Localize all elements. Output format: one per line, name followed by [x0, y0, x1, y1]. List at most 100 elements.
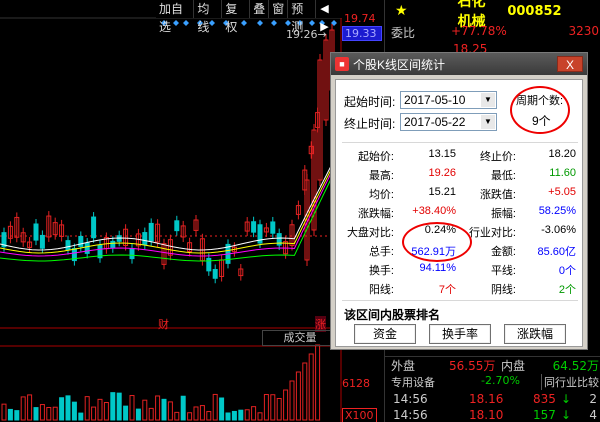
volume-bar	[167, 401, 173, 421]
volume-bar	[315, 344, 321, 421]
axis-current-price: 19.33	[342, 26, 382, 41]
chevron-down-icon[interactable]: ▼	[481, 93, 495, 107]
end-date-picker[interactable]: 2017-05-22 ▼	[400, 113, 497, 131]
volume-bar	[206, 411, 212, 421]
start-date-value: 2017-05-10	[404, 93, 466, 107]
volume-bar	[180, 395, 186, 421]
close-button[interactable]: X	[557, 56, 583, 72]
stat-value: 85.60亿	[537, 246, 576, 258]
stat-label: 换手:	[368, 265, 394, 277]
marker-diamond-icon	[271, 20, 277, 26]
adjust-price-button[interactable]: 复权	[222, 0, 251, 34]
moving-average-button[interactable]: 均线	[194, 0, 223, 34]
start-time-label: 起始时间:	[344, 95, 396, 109]
volume-bar	[39, 404, 45, 421]
volume-bar	[1, 403, 7, 421]
forecast-button[interactable]: 预测	[288, 0, 317, 34]
volume-bar	[59, 397, 65, 421]
volume-bar	[46, 407, 52, 421]
add-watchlist-button[interactable]: 加自选	[156, 0, 195, 34]
tick-time: 14:56	[393, 392, 428, 406]
volume-bar	[110, 392, 116, 421]
volume-bar	[33, 407, 39, 421]
tick-price: 18.10	[469, 408, 504, 422]
kline-svg[interactable]	[0, 0, 342, 422]
volume-bar	[91, 406, 97, 421]
volume-bar	[276, 398, 282, 421]
volume-bar	[14, 410, 20, 421]
volume-bar	[270, 394, 276, 421]
stat-value: 0个	[558, 265, 576, 277]
candle-body	[65, 240, 71, 251]
volume-bar	[263, 394, 269, 421]
candle-body	[84, 242, 90, 254]
start-date-picker[interactable]: 2017-05-10 ▼	[400, 91, 497, 109]
rank-section-title: 该区间内股票排名	[344, 308, 441, 322]
volume-tab[interactable]: 成交量	[262, 330, 338, 346]
volume-bar	[135, 408, 141, 421]
marker-diamond-icon	[285, 20, 291, 26]
rank-by-turnover-button[interactable]: 换手率	[429, 324, 491, 344]
stat-label: 振幅:	[490, 208, 516, 220]
volume-bar	[174, 411, 180, 421]
dialog-titlebar[interactable]: ■ 个股K线区间统计	[331, 53, 587, 75]
volume-bar	[129, 395, 135, 421]
end-time-label: 终止时间:	[344, 117, 396, 131]
app-icon: ■	[335, 57, 349, 71]
axis-high-price: 19.74	[344, 12, 376, 25]
stat-value: 7个	[438, 284, 456, 296]
marker-diamond-icon	[257, 20, 263, 26]
candle-body	[251, 221, 257, 233]
weibi-value: +77.78%	[451, 24, 507, 38]
divider	[342, 142, 578, 143]
volume-bar	[302, 362, 308, 421]
tick-volume: 157	[533, 408, 556, 422]
peak-price-label: 19.26→	[286, 28, 327, 41]
volume-axis-value: 6128	[342, 377, 370, 390]
tick-volume: 835	[533, 392, 556, 406]
stat-value: 58.25%	[538, 205, 576, 217]
chevron-down-icon[interactable]: ▼	[481, 115, 495, 129]
tick-down-arrow-icon: ↓	[561, 408, 572, 422]
highlight-circle	[402, 222, 472, 262]
rank-by-funds-button[interactable]: 资金	[354, 324, 416, 344]
overlay-button[interactable]: 叠	[250, 0, 270, 18]
volume-bar	[257, 412, 263, 421]
nav-arrow-icon[interactable]: ◀ ▶	[316, 0, 342, 33]
candle-body	[206, 257, 212, 272]
candle-body	[33, 223, 39, 241]
stat-value: -3.06%	[541, 224, 576, 236]
weicha-value: 3230	[568, 24, 599, 38]
financial-report-badge[interactable]: 财	[158, 316, 169, 332]
volume-bar	[20, 396, 26, 421]
stat-value: 13.15	[428, 148, 456, 160]
candle-body	[142, 232, 148, 245]
rank-by-change-button[interactable]: 涨跌幅	[504, 324, 566, 344]
favorite-star-icon[interactable]: ★	[395, 3, 408, 19]
industry-compare-link[interactable]: 同行业比较	[541, 374, 599, 390]
candle-body	[174, 220, 180, 232]
volume-bar	[199, 405, 205, 421]
weibi-label: 委比	[391, 26, 416, 40]
marker-diamond-icon	[173, 20, 179, 26]
candle-body	[212, 269, 218, 279]
industry-change: -2.70%	[481, 374, 520, 387]
stat-value: 18.20	[548, 148, 576, 160]
stat-label: 起始价:	[357, 151, 394, 163]
kline-chart[interactable]: 加自选 均线 复权 叠 窗 预测 ◀ ▶ 19.26→ 财 涨 成交量	[0, 0, 342, 422]
neipan-value: 64.52万	[552, 359, 599, 373]
stat-label: 涨跌幅:	[357, 208, 394, 220]
in-out-row: 外盘 56.55万 内盘 64.52万	[385, 356, 600, 373]
window-button[interactable]: 窗	[269, 0, 289, 18]
industry-name[interactable]: 专用设备	[391, 374, 435, 390]
volume-bar	[289, 380, 295, 421]
stat-value: 15.21	[428, 186, 456, 198]
divider	[342, 300, 578, 301]
volume-bar	[52, 406, 58, 421]
marker-diamond-icon	[183, 20, 189, 26]
volume-bar	[27, 394, 33, 421]
ma10-line	[0, 165, 334, 254]
candle-body	[39, 234, 45, 249]
volume-bar	[116, 392, 122, 421]
candle-body	[110, 240, 116, 249]
